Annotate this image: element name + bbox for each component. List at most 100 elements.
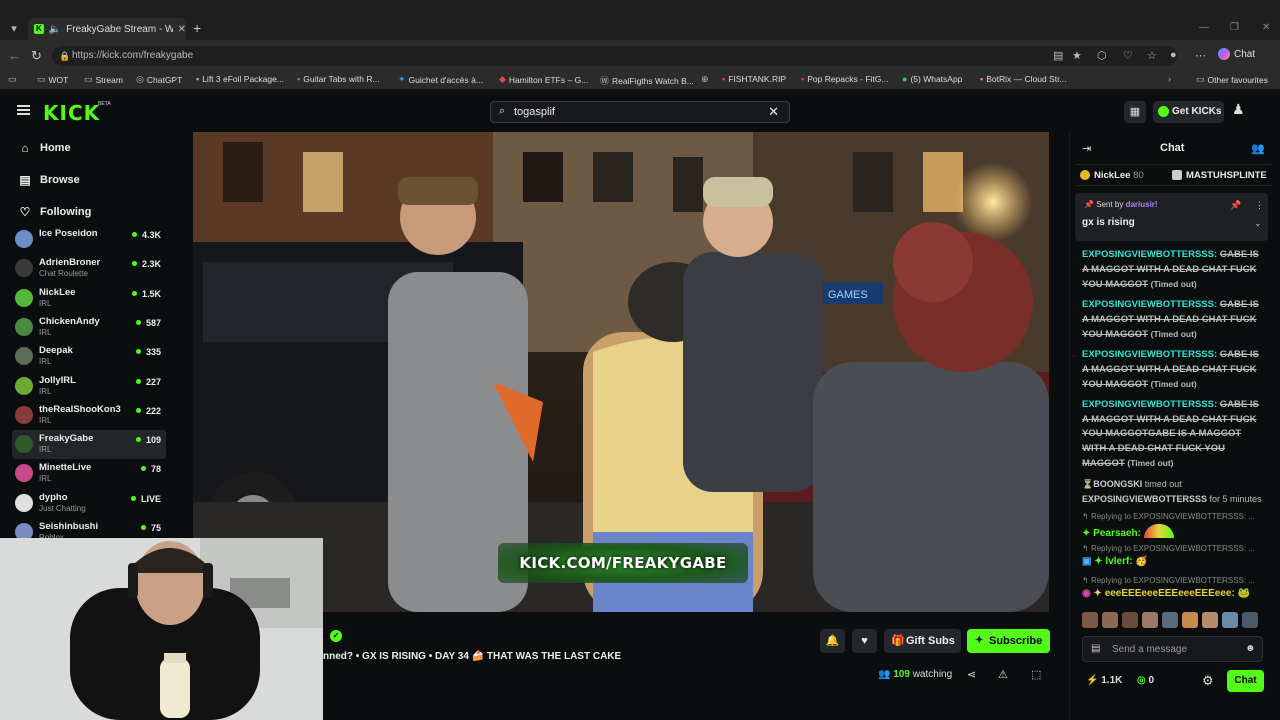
points-balance[interactable]: ◎ 0: [1137, 675, 1154, 686]
clear-search-icon[interactable]: ✕: [768, 104, 779, 120]
pinned-more-icon[interactable]: ⋮: [1255, 200, 1264, 211]
chat-message[interactable]: EXPOSINGVIEWBOTTERSSS: GABE IS A MAGGOT …: [1082, 348, 1262, 393]
tab-list-icon[interactable]: ▾: [6, 21, 22, 37]
bookmark-chatgpt[interactable]: ◎ ChatGPT: [136, 74, 182, 85]
browser-tab[interactable]: K 🔈 FreakyGabe Stream - Watch Live ✕: [28, 18, 186, 40]
emote-icon[interactable]: [1142, 612, 1158, 628]
subscribe-button[interactable]: ✦ Subscribe: [967, 629, 1050, 653]
reader-icon[interactable]: ▤: [1053, 49, 1063, 62]
share-icon[interactable]: ⋖: [967, 668, 976, 681]
new-tab-icon[interactable]: +: [193, 20, 201, 36]
speaker-icon[interactable]: 🔈: [49, 24, 61, 35]
chevron-down-icon[interactable]: ⌄: [1254, 218, 1262, 229]
pin-icon[interactable]: 📌: [1230, 200, 1241, 211]
bookmark-botrix[interactable]: ▪ BotRix — Cloud Str...: [980, 74, 1067, 84]
follow-heart-icon[interactable]: ♥: [852, 629, 877, 653]
sidebar-channel[interactable]: MinetteLive IRL 78: [12, 459, 166, 488]
chat-message[interactable]: EXPOSINGVIEWBOTTERSSS: GABE IS A MAGGOT …: [1082, 298, 1262, 343]
chat-reply-message[interactable]: ◉ ✦ eeeEEEeeeEEEeeeEEEeee: 🐸: [1082, 588, 1250, 599]
badges-icon: ▣: [1082, 556, 1092, 567]
other-favourites[interactable]: ▭ Other favourites: [1196, 74, 1268, 85]
bookmark-hamilton[interactable]: ◆ Hamilton ETFs – G...: [499, 74, 588, 85]
emoji-picker-icon[interactable]: ☻: [1245, 643, 1256, 654]
sidebar-channel[interactable]: NickLee IRL 1.5K: [12, 284, 166, 313]
close-window-icon[interactable]: ✕: [1262, 22, 1270, 33]
chat-message[interactable]: EXPOSINGVIEWBOTTERSSS: GABE IS A MAGGOT …: [1082, 398, 1262, 472]
sidebar-channel[interactable]: Deepak IRL 335: [12, 342, 166, 371]
extensions-icon[interactable]: ⬡: [1097, 49, 1107, 62]
bookmark-wot[interactable]: ▭ WOT: [37, 74, 68, 85]
chat-input[interactable]: ▤ ☻: [1082, 636, 1263, 662]
pinned-message[interactable]: 📌 Sent by dariusir! gx is rising 📌 ⋮ ⌄: [1075, 193, 1268, 241]
favorite-star-icon[interactable]: ★: [1072, 49, 1082, 62]
bookmark-guichet[interactable]: ✦ Guichet d'accès à...: [398, 74, 483, 85]
reply-context[interactable]: ↰ Replying to EXPOSINGVIEWBOTTERSSS: ...: [1082, 544, 1262, 553]
refresh-icon[interactable]: ↻: [31, 48, 42, 64]
clip-icon[interactable]: ⬚: [1031, 668, 1041, 681]
sidebar-channel[interactable]: theRealShooKon3 IRL 222: [12, 401, 166, 430]
sidebar-channel[interactable]: JollyIRL IRL 227: [12, 372, 166, 401]
bookmark-fitgirl[interactable]: ▪ Pop Repacks - FitG...: [801, 74, 888, 84]
search-input[interactable]: [514, 104, 754, 120]
emote-icon[interactable]: [1102, 612, 1118, 628]
bookmark-stream[interactable]: ▭ Stream: [84, 74, 123, 85]
bookmark-guitar-tabs[interactable]: ▪ Guitar Tabs with R...: [297, 74, 380, 84]
back-icon[interactable]: ←: [8, 48, 21, 63]
chat-settings-gear-icon[interactable]: ⚙: [1202, 673, 1214, 689]
reply-context[interactable]: ↰ Replying to EXPOSINGVIEWBOTTERSSS: ...: [1082, 576, 1262, 585]
emote-icon[interactable]: [1182, 612, 1198, 628]
sidebar-channel[interactable]: Ice Poseidon 4.3K: [12, 225, 166, 254]
emote-quick-bar[interactable]: [1082, 612, 1262, 630]
bookmark-whatsapp[interactable]: ● (5) WhatsApp: [902, 74, 962, 84]
chat-users-icon[interactable]: 👥: [1251, 142, 1265, 155]
reply-context[interactable]: ↰ Replying to EXPOSINGVIEWBOTTERSSS: ...: [1082, 512, 1262, 521]
browser-essentials-icon[interactable]: ♡: [1123, 49, 1133, 62]
send-chat-button[interactable]: Chat: [1227, 670, 1264, 692]
sidebar-channel[interactable]: FreakyGabe IRL 109: [12, 430, 166, 460]
close-tab-icon[interactable]: ✕: [178, 24, 186, 35]
more-menu-icon[interactable]: ⋯: [1195, 49, 1206, 62]
minimize-icon[interactable]: —: [1199, 22, 1209, 33]
kicks-balance[interactable]: ⚡ 1.1K: [1086, 675, 1122, 686]
bookmark-fishtank[interactable]: ▪ FISHTANK.RIP: [722, 74, 786, 84]
emote-icon[interactable]: [1082, 612, 1098, 628]
chat-message[interactable]: EXPOSINGVIEWBOTTERSSS: GABE IS A MAGGOT …: [1082, 248, 1262, 293]
sidebar-channel[interactable]: dypho Just Chatting LIVE: [12, 489, 166, 518]
sidebar-toggle-icon[interactable]: ▭: [8, 74, 17, 85]
kick-logo[interactable]: KICK: [43, 101, 100, 125]
get-kicks-button[interactable]: Get KICKs: [1153, 101, 1224, 123]
copilot-button[interactable]: Chat: [1218, 48, 1255, 60]
collapse-chat-icon[interactable]: ⇥: [1082, 142, 1091, 155]
chat-reply-message[interactable]: ✦ Pearsaeh:: [1082, 524, 1174, 539]
gift-subs-button[interactable]: 🎁 Gift Subs: [884, 629, 961, 653]
emote-icon[interactable]: [1222, 612, 1238, 628]
maximize-icon[interactable]: ❐: [1230, 22, 1239, 33]
url-field[interactable]: 🔒 https://kick.com/freakygabe: [52, 46, 1177, 66]
sidebar-channel[interactable]: AdrienBroner Chat Roulette 2.3K: [12, 254, 166, 283]
sidebar-channel[interactable]: ChickenAndy IRL 587: [12, 313, 166, 342]
report-icon[interactable]: ⚠: [998, 668, 1008, 681]
notification-bell-icon[interactable]: 🔔: [820, 629, 845, 653]
chat-reply-message[interactable]: ▣ ✦ lvlerf: 🥳: [1082, 556, 1148, 567]
favorites-bar-icon[interactable]: ☆: [1147, 49, 1157, 62]
search-bar[interactable]: ⌕ ✕: [490, 101, 790, 123]
message-field[interactable]: [1112, 642, 1232, 656]
emote-icon[interactable]: [1162, 612, 1178, 628]
bookmark-globe[interactable]: ⊕: [701, 74, 712, 85]
emote-icon[interactable]: [1242, 612, 1258, 628]
bookmark-efoil[interactable]: ▪ Lift 3 eFoil Package...: [196, 74, 284, 84]
bookmark-realfights[interactable]: Ⓦ RealFigths Watch B...: [600, 74, 694, 87]
leader-1[interactable]: NickLee 80: [1094, 170, 1144, 181]
emote-icon[interactable]: [1122, 612, 1138, 628]
user-avatar[interactable]: ♟: [1232, 101, 1250, 123]
dashboard-icon[interactable]: ▦: [1124, 101, 1146, 123]
nav-home[interactable]: ⌂ Home: [18, 141, 70, 155]
nav-browse[interactable]: ▤ Browse: [18, 173, 79, 187]
emote-icon[interactable]: [1202, 612, 1218, 628]
nav-following[interactable]: ♡ Following: [18, 205, 92, 219]
channel-avatar: [15, 230, 33, 248]
profile-icon[interactable]: ●: [1170, 49, 1177, 61]
leader-2[interactable]: MASTUHSPLINTE: [1186, 170, 1267, 181]
menu-icon[interactable]: [17, 105, 30, 115]
bookmarks-overflow-icon[interactable]: ›: [1168, 74, 1171, 84]
